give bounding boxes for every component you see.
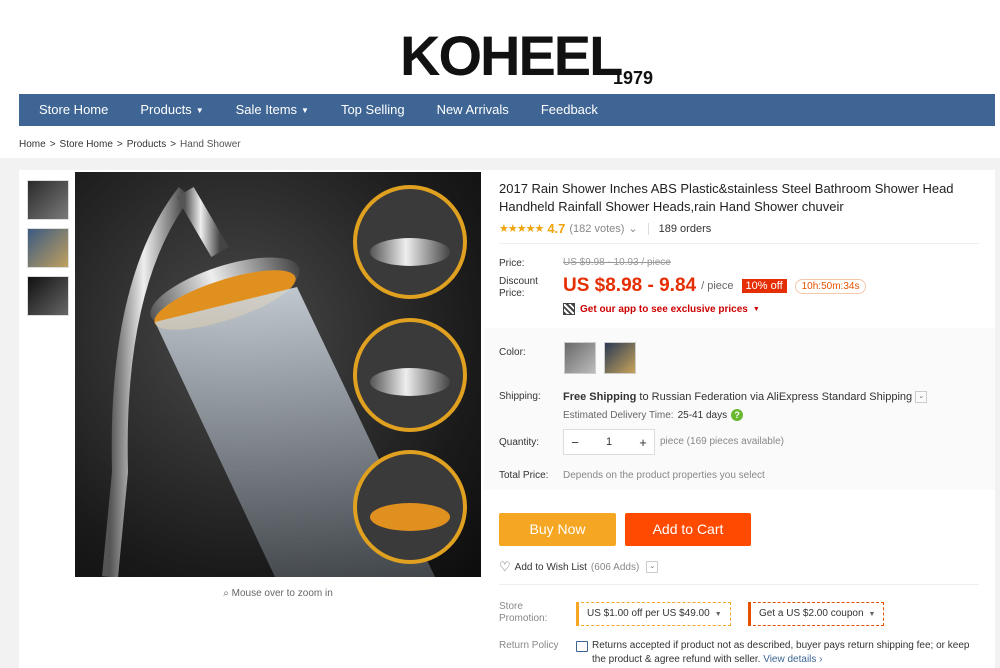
- zoom-hint-text: Mouse over to zoom in: [231, 588, 333, 599]
- coupon-text: US $1.00 off per US $49.00: [587, 608, 710, 619]
- quantity-availability: piece (169 pieces available): [660, 436, 784, 447]
- breadcrumb-store-home[interactable]: Store Home: [60, 139, 113, 150]
- product-title: 2017 Rain Shower Inches ABS Plastic&stai…: [499, 181, 954, 214]
- product-main-image[interactable]: [75, 172, 481, 577]
- caret-down-icon: ▼: [301, 105, 309, 115]
- view-details-label: View details: [763, 654, 817, 665]
- color-swatch[interactable]: [564, 342, 596, 374]
- breadcrumb-current: Hand Shower: [180, 139, 241, 150]
- quantity-increment-button[interactable]: +: [632, 435, 654, 450]
- add-to-cart-button[interactable]: Add to Cart: [625, 513, 751, 546]
- wishlist-count: (606 Adds): [590, 561, 640, 573]
- shipping-text: to Russian Federation via AliExpress Sta…: [639, 391, 913, 403]
- nav-top-selling[interactable]: Top Selling: [325, 94, 421, 126]
- discount-price: US $8.98 - 9.84: [563, 275, 697, 296]
- order-count: 189 orders: [658, 222, 712, 235]
- rating-votes[interactable]: (182 votes): [569, 223, 624, 235]
- shipping-label: Shipping:: [499, 391, 541, 402]
- get-coupon-button[interactable]: Get a US $2.00 coupon ▼: [748, 602, 885, 626]
- free-shipping-text: Free Shipping: [563, 391, 637, 403]
- total-price-label: Total Price:: [499, 470, 549, 481]
- shower-head-illustration: [102, 185, 467, 577]
- chevron-down-icon[interactable]: ⌄: [628, 222, 637, 235]
- gallery-thumbnail[interactable]: [27, 276, 69, 316]
- gallery-thumbnail[interactable]: [27, 180, 69, 220]
- rating-value: 4.7: [547, 221, 566, 236]
- caret-down-icon: ▼: [195, 105, 204, 115]
- app-promo-link[interactable]: Get our app to see exclusive prices ▼: [563, 303, 760, 315]
- magnifier-icon: ⌕: [223, 588, 232, 599]
- countdown-timer: 10h:50m:34s: [794, 278, 867, 294]
- nav-label: Store Home: [39, 102, 109, 117]
- delivery-est-label: Estimated Delivery Time:: [563, 409, 674, 421]
- total-price-note: Depends on the product properties you se…: [563, 470, 765, 481]
- discount-badge: 10% off: [741, 279, 787, 293]
- store-nav-bar: Store Home Products ▼ Sale Items ▼ Top Sel…: [19, 94, 995, 126]
- nav-new-arrivals[interactable]: New Arrivals: [421, 94, 525, 126]
- caret-down-icon: ▼: [752, 305, 760, 313]
- price-unit: / piece: [701, 280, 734, 292]
- product-rating: ★★★★★ 4.7 (182 votes) ⌄ 189 orders: [499, 221, 711, 236]
- breadcrumb-products[interactable]: Products: [127, 139, 166, 150]
- rating-stars: ★★★★★: [499, 223, 544, 235]
- color-label: Color:: [499, 347, 526, 358]
- quantity-stepper: − 1 +: [563, 429, 655, 455]
- breadcrumb-home[interactable]: Home: [19, 139, 46, 150]
- add-to-wishlist[interactable]: ♡ Add to Wish List (606 Adds) ⌄: [499, 559, 659, 575]
- shipping-info: Free Shipping to Russian Federation via …: [563, 391, 928, 404]
- breadcrumb-separator: >: [116, 139, 123, 150]
- chevron-down-icon[interactable]: ⌄: [646, 561, 659, 573]
- qr-code-icon: [563, 303, 575, 315]
- product-info-panel: 2017 Rain Shower Inches ABS Plastic&stai…: [484, 170, 995, 668]
- promotion-coupon[interactable]: US $1.00 off per US $49.00 ▼: [576, 602, 731, 626]
- nav-sale-items[interactable]: Sale Items ▼: [220, 94, 325, 126]
- color-swatch[interactable]: [604, 342, 636, 374]
- divider: [499, 243, 979, 244]
- original-price: US $9.98 - 10.93 / piece: [563, 257, 671, 268]
- gallery-thumbnail[interactable]: [27, 228, 69, 268]
- chevron-down-icon[interactable]: ⌄: [915, 391, 928, 404]
- app-promo-text: Get our app to see exclusive prices: [580, 303, 748, 315]
- logo-year: 1979: [613, 68, 654, 88]
- price-label: Price:: [499, 258, 525, 269]
- divider: [499, 584, 979, 585]
- divider: [647, 222, 649, 235]
- quantity-decrement-button[interactable]: −: [564, 435, 586, 450]
- return-policy-icon: [576, 641, 588, 652]
- delivery-estimate: Estimated Delivery Time: 25-41 days ?: [563, 409, 744, 421]
- nav-products[interactable]: Products ▼: [124, 94, 219, 126]
- coupon-text: Get a US $2.00 coupon: [759, 608, 864, 619]
- wishlist-label: Add to Wish List: [514, 561, 587, 573]
- logo-text: KOHEEL: [400, 24, 623, 87]
- return-policy-label: Return Policy: [499, 640, 559, 651]
- quantity-label: Quantity:: [499, 437, 540, 448]
- nav-label: Feedback: [540, 102, 598, 117]
- breadcrumb: Home > Store Home > Products > Hand Shower: [19, 139, 241, 150]
- view-details-link[interactable]: View details ›: [763, 654, 822, 665]
- nav-feedback[interactable]: Feedback: [525, 94, 614, 126]
- nav-label: Sale Items: [235, 102, 298, 117]
- nav-label: Products: [140, 102, 192, 117]
- buy-now-button[interactable]: Buy Now: [499, 513, 616, 546]
- breadcrumb-separator: >: [170, 139, 177, 150]
- store-logo[interactable]: KOHEEL 1979: [0, 24, 1000, 89]
- return-policy-text: Returns accepted if product not as descr…: [592, 639, 984, 667]
- help-icon[interactable]: ?: [731, 409, 744, 421]
- caret-down-icon: ▼: [868, 611, 876, 618]
- heart-icon: ♡: [499, 559, 511, 574]
- discount-price-label: Discount Price:: [499, 276, 538, 299]
- product-gallery: ⌕ Mouse over to zoom in: [19, 170, 484, 668]
- quantity-input[interactable]: 1: [586, 436, 632, 448]
- delivery-est-value: 25-41 days: [677, 409, 728, 421]
- nav-label: Top Selling: [340, 102, 405, 117]
- nav-label: New Arrivals: [436, 102, 509, 117]
- breadcrumb-separator: >: [49, 139, 56, 150]
- nav-store-home[interactable]: Store Home: [19, 94, 124, 126]
- discount-price-row: US $8.98 - 9.84 / piece 10% off 10h:50m:…: [563, 275, 867, 297]
- store-promotion-label: Store Promotion:: [499, 601, 548, 624]
- zoom-hint: ⌕ Mouse over to zoom in: [75, 588, 481, 599]
- caret-down-icon: ▼: [714, 611, 722, 618]
